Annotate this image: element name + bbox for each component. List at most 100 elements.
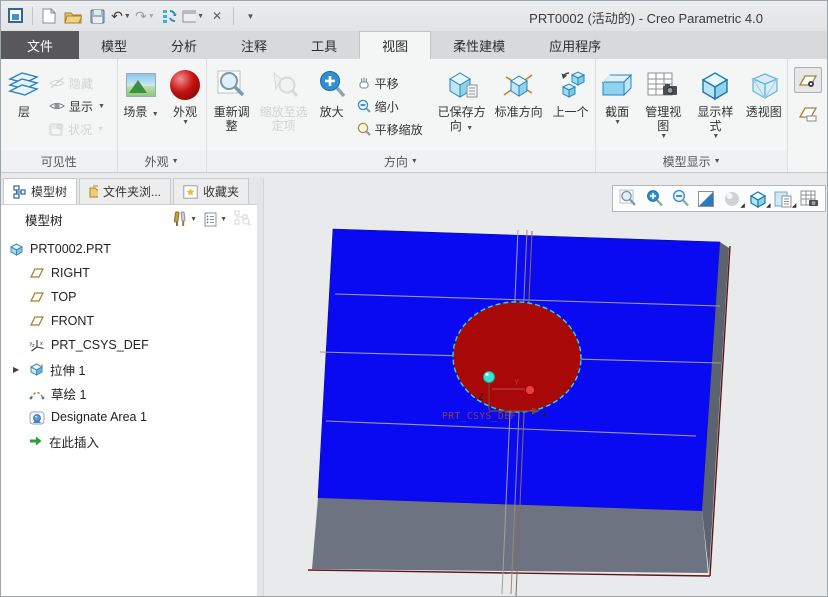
- tree-item-part[interactable]: PRT0002.PRT: [1, 237, 257, 261]
- window-switch-dropdown-arrow[interactable]: ▼: [197, 13, 204, 20]
- save-button[interactable]: [86, 5, 108, 27]
- pan-zoom-button[interactable]: 平移缩放: [357, 119, 423, 139]
- gt-display-style-sphere-button[interactable]: ◢: [720, 187, 745, 210]
- sections-icon: [600, 65, 634, 105]
- group-label-appearance[interactable]: 外观 ▼: [117, 150, 206, 172]
- close-window-button[interactable]: ✕: [206, 5, 228, 27]
- graphics-toolbar: ◢ ◢ ◢: [612, 185, 826, 212]
- manage-views-dropdown-arrow[interactable]: ▼: [660, 133, 667, 140]
- zoom-in-button[interactable]: 放大: [313, 62, 351, 150]
- undo-dropdown-arrow[interactable]: ▼: [124, 13, 131, 20]
- saved-orientations-dropdown-arrow[interactable]: ▼: [466, 125, 473, 132]
- new-file-button[interactable]: [38, 5, 60, 27]
- undo-button[interactable]: ↶ ▼: [110, 5, 132, 27]
- show-button[interactable]: 显示 ▼: [49, 96, 105, 116]
- plane-tag-display-toggle[interactable]: [794, 101, 822, 127]
- graphics-viewport[interactable]: Z Y X PRT_CSYS_DEF ◢ ◢ ◢: [264, 178, 827, 596]
- manage-views-button[interactable]: 管理视图 ▼: [638, 62, 688, 150]
- model-tree-header: 模型树 ▼ ▼: [1, 205, 257, 233]
- saved-orientations-button[interactable]: 已保存方向 ▼: [435, 62, 489, 150]
- gt-view-list-dropdown-arrow[interactable]: ◢: [792, 202, 797, 209]
- tree-item-sketch[interactable]: 草绘 1: [1, 381, 257, 405]
- gt-view-manager-button[interactable]: [797, 187, 821, 210]
- group-label-model-display[interactable]: 模型显示 ▼: [596, 150, 788, 172]
- gt-saved-orientations-button[interactable]: ◢: [746, 187, 771, 210]
- standard-orientation-button[interactable]: 标准方向: [491, 62, 547, 150]
- tab-annotate[interactable]: 注释: [219, 31, 289, 59]
- gt-refit-button[interactable]: [617, 187, 641, 210]
- previous-view-button[interactable]: 上一个: [549, 62, 593, 150]
- gt-orientations-dropdown-arrow[interactable]: ◢: [766, 202, 771, 209]
- window-switch-button[interactable]: ▼: [182, 5, 204, 27]
- tab-folder-browser[interactable]: 文件夹浏...: [79, 178, 172, 204]
- appearance-dropdown-arrow[interactable]: ▼: [182, 119, 189, 126]
- sections-dropdown-arrow[interactable]: ▼: [614, 119, 621, 126]
- sketch-icon: [29, 391, 45, 400]
- svg-text:z: z: [32, 343, 35, 349]
- datum-plane-display-icon: [798, 74, 817, 87]
- show-icon: [49, 103, 65, 109]
- ribbon: 层 隐藏 显示 ▼ 状况 ▼ 可见性 场景 ▼ 外观 ▼ 外观 ▼ 重新调整 缩…: [1, 59, 827, 173]
- appearance-sphere-icon: [170, 65, 201, 105]
- appearance-button[interactable]: 外观 ▼: [167, 62, 204, 150]
- group-label-orientation[interactable]: 方向 ▼: [206, 150, 596, 172]
- perspective-button[interactable]: 透视图: [742, 62, 785, 150]
- status-button[interactable]: 状况 ▼: [49, 119, 105, 139]
- gt-repaint-button[interactable]: [694, 187, 718, 210]
- layers-button[interactable]: 层: [3, 62, 45, 150]
- sections-button[interactable]: 截面 ▼: [598, 62, 636, 150]
- redo-button[interactable]: ↷ ▼: [134, 5, 156, 27]
- regenerate-button[interactable]: [158, 5, 180, 27]
- customize-toolbar-dropdown[interactable]: ▼: [239, 5, 261, 27]
- refit-button[interactable]: 重新调整: [209, 62, 255, 150]
- tab-model[interactable]: 模型: [79, 31, 149, 59]
- zoom-out-icon: [357, 99, 371, 113]
- display-style-dropdown-arrow[interactable]: ▼: [712, 133, 719, 140]
- gt-sphere-dropdown-arrow[interactable]: ◢: [740, 202, 745, 209]
- tab-view[interactable]: 视图: [359, 31, 432, 59]
- hide-button[interactable]: 隐藏: [49, 73, 105, 93]
- scene-dropdown-arrow[interactable]: ▼: [152, 111, 159, 118]
- window-title: PRT0002 (活动的) - Creo Parametric 4.0: [529, 11, 763, 26]
- tree-settings-button[interactable]: ▼: [204, 212, 227, 227]
- datum-display-column: [788, 59, 827, 172]
- tree-settings-dropdown-arrow[interactable]: ▼: [220, 216, 227, 223]
- gt-zoom-out-button[interactable]: [668, 187, 692, 210]
- open-file-button[interactable]: [62, 5, 84, 27]
- tree-item-csys[interactable]: yxz PRT_CSYS_DEF: [1, 333, 257, 357]
- designate-area-icon: [29, 411, 45, 424]
- window-manager-icon[interactable]: [5, 5, 27, 27]
- tree-item-top-plane[interactable]: TOP: [1, 285, 257, 309]
- redo-dropdown-arrow[interactable]: ▼: [148, 13, 155, 20]
- tab-file[interactable]: 文件: [1, 31, 80, 59]
- zoom-to-selected-button[interactable]: 缩放至选定项: [257, 62, 311, 150]
- tree-item-right-plane[interactable]: RIGHT: [1, 261, 257, 285]
- tab-tools[interactable]: 工具: [289, 31, 359, 59]
- tab-flexible-modeling[interactable]: 柔性建模: [431, 31, 527, 59]
- show-dropdown-arrow[interactable]: ▼: [98, 103, 105, 110]
- scene-button[interactable]: 场景 ▼: [120, 62, 163, 150]
- tab-model-tree[interactable]: 模型树: [3, 178, 78, 204]
- tab-favorites[interactable]: 收藏夹: [173, 178, 250, 204]
- tree-item-extrude[interactable]: ▶ 拉伸 1: [1, 357, 257, 381]
- datum-plane-display-toggle[interactable]: [793, 67, 822, 93]
- gt-zoom-in-button[interactable]: [643, 187, 667, 210]
- tree-item-designate-area[interactable]: Designate Area 1: [1, 405, 257, 429]
- model-front-face[interactable]: [312, 498, 708, 573]
- pan-button[interactable]: 平移: [357, 73, 399, 93]
- tab-applications[interactable]: 应用程序: [527, 31, 623, 59]
- tree-item-front-plane[interactable]: FRONT: [1, 309, 257, 333]
- csys-y-dot[interactable]: [526, 386, 534, 394]
- model-tree: PRT0002.PRT RIGHT TOP FRONT yxz PRT_CSYS…: [1, 233, 257, 596]
- zoom-out-button[interactable]: 缩小: [357, 96, 399, 116]
- tree-tools-button[interactable]: ▼: [172, 211, 197, 227]
- tab-analysis[interactable]: 分析: [149, 31, 219, 59]
- expand-arrow-icon[interactable]: ▶: [13, 365, 23, 374]
- csys-origin-dot[interactable]: [483, 371, 495, 383]
- tree-filter-button[interactable]: [234, 209, 252, 229]
- tree-item-insert-here[interactable]: 在此插入: [1, 429, 257, 453]
- tree-tools-dropdown-arrow[interactable]: ▼: [190, 216, 197, 223]
- panel-divider[interactable]: [257, 178, 264, 596]
- gt-view-list-button[interactable]: ◢: [771, 187, 797, 210]
- display-style-button[interactable]: 显示样式 ▼: [690, 62, 740, 150]
